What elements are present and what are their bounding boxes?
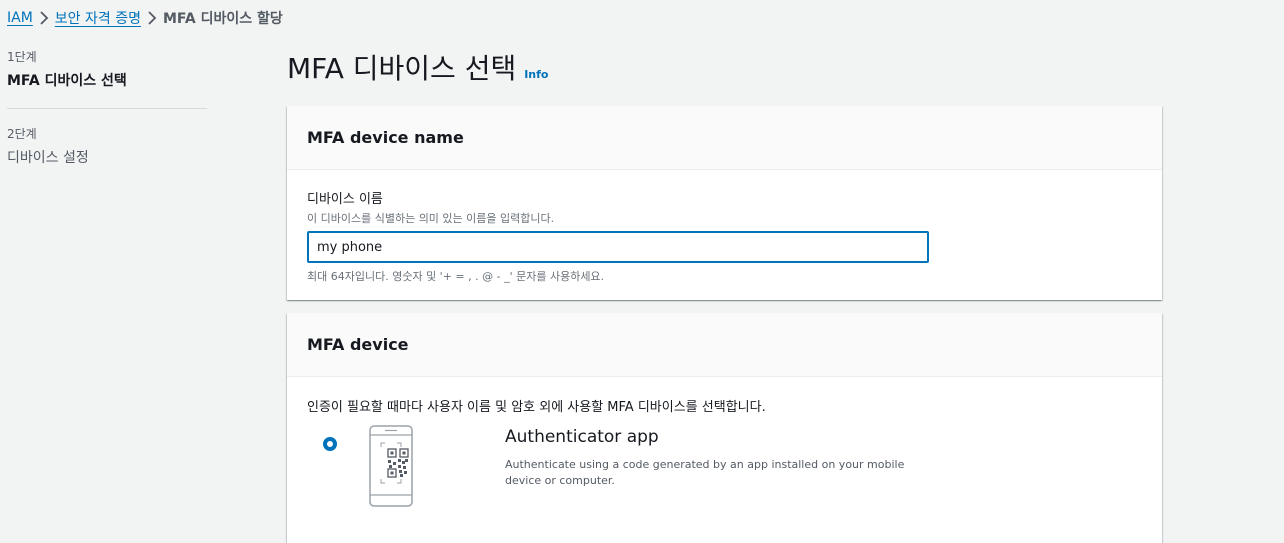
page-header: MFA 디바이스 선택 Info <box>287 47 549 87</box>
option-title: Authenticator app <box>505 427 659 447</box>
phone-qr-icon <box>369 425 413 507</box>
card-header: MFA device name <box>287 106 1162 170</box>
step-2-title: 디바이스 설정 <box>7 150 89 166</box>
breadcrumb-link-security-credentials[interactable]: 보안 자격 증명 <box>55 8 141 28</box>
field-label: 디바이스 이름 <box>307 192 383 207</box>
step-1-title: MFA 디바이스 선택 <box>7 73 127 89</box>
info-link[interactable]: Info <box>524 68 548 81</box>
chevron-right-icon <box>141 11 163 25</box>
option-description: Authenticate using a code generated by a… <box>505 458 905 487</box>
option-authenticator-app[interactable]: Authenticator app Authenticate using a c… <box>287 415 1162 525</box>
step-divider <box>7 108 207 109</box>
breadcrumb-link-iam[interactable]: IAM <box>7 10 33 26</box>
field-description: 이 디바이스를 식별하는 의미 있는 이름을 입력합니다. <box>307 212 555 225</box>
card-title: MFA device <box>307 335 409 354</box>
field-constraint: 최대 64자입니다. 영숫자 및 '+ = , . @ - _' 문자를 사용하… <box>307 270 605 283</box>
breadcrumb-current: MFA 디바이스 할당 <box>162 11 283 27</box>
mfa-device-card: MFA device 인증이 필요할 때마다 사용자 이름 및 암호 외에 사용… <box>287 313 1162 543</box>
device-name-input[interactable] <box>307 231 929 263</box>
step-2-number: 2단계 <box>7 127 37 141</box>
card-description: 인증이 필요할 때마다 사용자 이름 및 암호 외에 사용할 MFA 디바이스를… <box>307 400 766 415</box>
mfa-device-name-card: MFA device name 디바이스 이름 이 디바이스를 식별하는 의미 … <box>287 106 1162 300</box>
chevron-right-icon <box>33 11 55 25</box>
radio-authenticator-app[interactable] <box>323 437 337 451</box>
card-title: MFA device name <box>307 128 464 147</box>
card-header: MFA device <box>287 313 1162 377</box>
device-name-field: 디바이스 이름 이 디바이스를 식별하는 의미 있는 이름을 입력합니다. 최대… <box>287 170 1162 284</box>
breadcrumb: IAM 보안 자격 증명 MFA 디바이스 할당 <box>7 8 283 28</box>
wizard-steps: 1단계 MFA 디바이스 선택 2단계 디바이스 설정 <box>7 48 207 167</box>
step-1-number: 1단계 <box>7 50 37 64</box>
page-title: MFA 디바이스 선택 <box>287 52 517 85</box>
